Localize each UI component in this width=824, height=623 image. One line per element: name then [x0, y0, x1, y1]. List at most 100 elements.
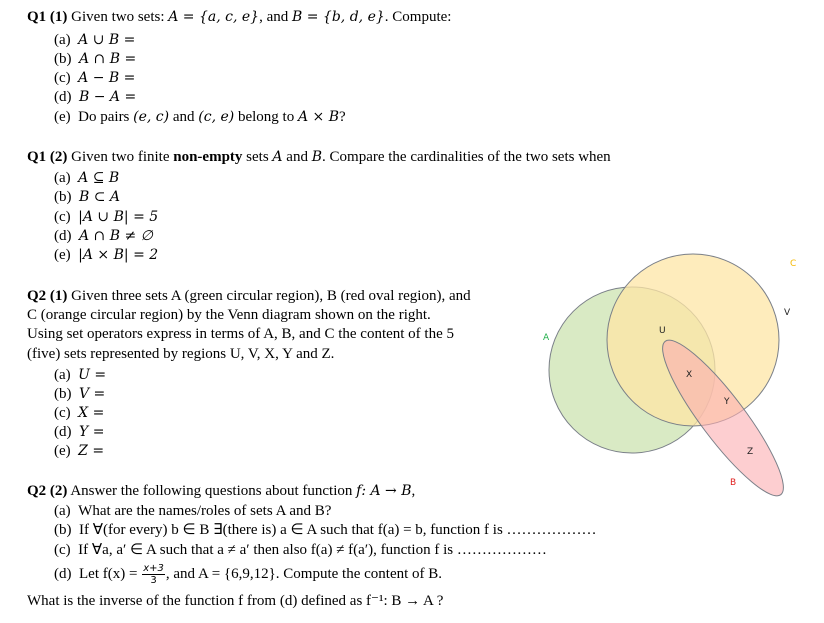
item-label: (c) [54, 542, 71, 558]
item-expr: A × B [297, 109, 340, 125]
item-expr: A ∩ B ≠ ∅ [79, 228, 153, 244]
item-label: (e) [54, 247, 71, 263]
item-text: Do pairs [78, 109, 134, 125]
region-u-label: U [659, 326, 666, 336]
item-label: (b) [54, 522, 72, 538]
item-label: (d) [54, 89, 72, 105]
q2-2-text: Answer the following questions about fun… [67, 483, 357, 499]
item-label: (a) [54, 32, 71, 48]
q1-2-item-d: (d) A ∩ B ≠ ∅ [54, 227, 153, 245]
item-label: (c) [54, 209, 71, 225]
q2-1-line4: (five) sets represented by regions U, V,… [27, 346, 335, 362]
item-label: (c) [54, 405, 71, 421]
q2-2-number: Q2 (2) [27, 483, 68, 499]
q2-1-item-c: (c) X = [54, 404, 104, 422]
q2-1-item-e: (e) Z = [54, 442, 104, 460]
label-set-a: A [543, 333, 550, 343]
answer-blank: ……………… [506, 522, 597, 538]
fraction-numerator: x+3 [143, 563, 164, 575]
item-label: (d) [54, 566, 72, 582]
label-set-b: B [730, 478, 736, 488]
label-set-c: C [790, 259, 796, 269]
item-expr: U = [78, 367, 107, 383]
item-expr: |A × B| = 2 [78, 247, 159, 263]
q2-2-final-question: What is the inverse of the function f fr… [27, 593, 444, 609]
q1-2-item-c: (c) |A ∪ B| = 5 [54, 208, 158, 226]
item-expr: |A ∪ B| = 5 [78, 209, 159, 225]
item-text: , and A = {6,9,12}. Compute the content … [165, 566, 443, 582]
item-text: If ∀a, a′ ∈ A such that a ≠ a′ then also… [78, 542, 457, 558]
q1-1-item-c: (c) A − B = [54, 69, 135, 87]
q2-1-item-b: (b) V = [54, 385, 105, 403]
item-text: and [169, 109, 199, 125]
q1-2-item-a: (a) A ⊆ B [54, 169, 119, 187]
function-signature: f: A → B [356, 483, 412, 499]
fraction-denominator: 3 [142, 574, 165, 586]
q2-2-item-d: (d) Let f(x) = x+3 3, and A = {6,9,12}. C… [54, 560, 442, 588]
q2-2-item-c: (c) If ∀a, a′ ∈ A such that a ≠ a′ then … [54, 541, 547, 559]
q2-1-line1: Q2 (1) Given three sets A (green circula… [27, 287, 471, 305]
item-text: If ∀(for every) b ∈ B ∃(there is) a ∈ A … [79, 522, 507, 538]
item-expr: Z = [78, 443, 105, 459]
item-expr: B ⊂ A [79, 189, 121, 205]
item-expr: X = [78, 405, 105, 421]
item-label: (d) [54, 424, 72, 440]
q2-2-tail: , [411, 483, 416, 499]
item-expr: A ∩ B = [79, 51, 137, 67]
q2-1-item-d: (d) Y = [54, 423, 104, 441]
q1-2-item-b: (b) B ⊂ A [54, 188, 120, 206]
item-text: belong to [234, 109, 298, 125]
item-label: (a) [54, 170, 71, 186]
q2-2-heading: Q2 (2) Answer the following questions ab… [27, 482, 415, 500]
item-label: (a) [54, 367, 71, 383]
q1-2-text: Given two finite [67, 149, 174, 165]
item-label: (b) [54, 51, 72, 67]
q2-2-item-a: (a) What are the names/roles of sets A a… [54, 502, 331, 520]
item-label: (e) [54, 109, 71, 125]
q1-2-tail: . Compare the cardinalities of the two s… [322, 149, 611, 165]
fraction: x+3 3 [142, 563, 165, 586]
q1-2-heading: Q1 (2) Given two finite non-empty sets A… [27, 148, 611, 166]
item-expr: A ⊆ B [78, 170, 120, 186]
q1-2-text: and [282, 149, 312, 165]
item-text: ? [339, 109, 346, 125]
item-text: Let f(x) = [79, 566, 142, 582]
q1-2-emphasis: non-empty [173, 149, 243, 165]
item-label: (c) [54, 70, 71, 86]
q2-2-item-b: (b) If ∀(for every) b ∈ B ∃(there is) a … [54, 521, 597, 539]
q1-1-item-a: (a) A ∪ B = [54, 31, 135, 49]
q1-1-join: , and [259, 9, 293, 25]
item-expr: Y = [79, 424, 105, 440]
region-x-label: X [686, 370, 692, 380]
item-label: (d) [54, 228, 72, 244]
pair-ce: (c, e) [198, 109, 235, 125]
item-expr: V = [79, 386, 106, 402]
venn-diagram: A B C U V X Y Z [543, 253, 796, 497]
item-label: (a) [54, 503, 71, 519]
q2-1-item-a: (a) U = [54, 366, 106, 384]
q2-1-line2: C (orange circular region) by the Venn d… [27, 307, 431, 323]
q1-1-tail: . Compute: [384, 9, 452, 25]
item-expr: A − B = [78, 70, 136, 86]
q1-2-text: sets [242, 149, 273, 165]
region-y-label: Y [723, 397, 730, 407]
q1-1-item-b: (b) A ∩ B = [54, 50, 136, 68]
q2-1-line3: Using set operators express in terms of … [27, 326, 455, 342]
q2-1-number: Q2 (1) [27, 288, 68, 304]
q1-2-number: Q1 (2) [27, 149, 68, 165]
pair-ec: (e, c) [133, 109, 170, 125]
item-label: (b) [54, 189, 72, 205]
q1-1-heading: Q1 (1) Given two sets: A = {a, c, e}, an… [27, 8, 451, 26]
set-a-definition: A = {a, c, e} [168, 9, 260, 25]
item-expr: A ∪ B = [78, 32, 136, 48]
q1-1-text: Given two sets: [67, 9, 169, 25]
var-b: B [311, 149, 323, 165]
q1-1-item-e: (e) Do pairs (e, c) and (c, e) belong to… [54, 108, 346, 126]
q1-2-item-e: (e) |A × B| = 2 [54, 246, 158, 264]
item-label: (e) [54, 443, 71, 459]
q1-1-item-d: (d) B − A = [54, 88, 136, 106]
item-expr: B − A = [79, 89, 137, 105]
item-text: What are the names/roles of sets A and B… [78, 503, 332, 519]
var-a: A [272, 149, 283, 165]
region-v-label: V [784, 308, 791, 318]
